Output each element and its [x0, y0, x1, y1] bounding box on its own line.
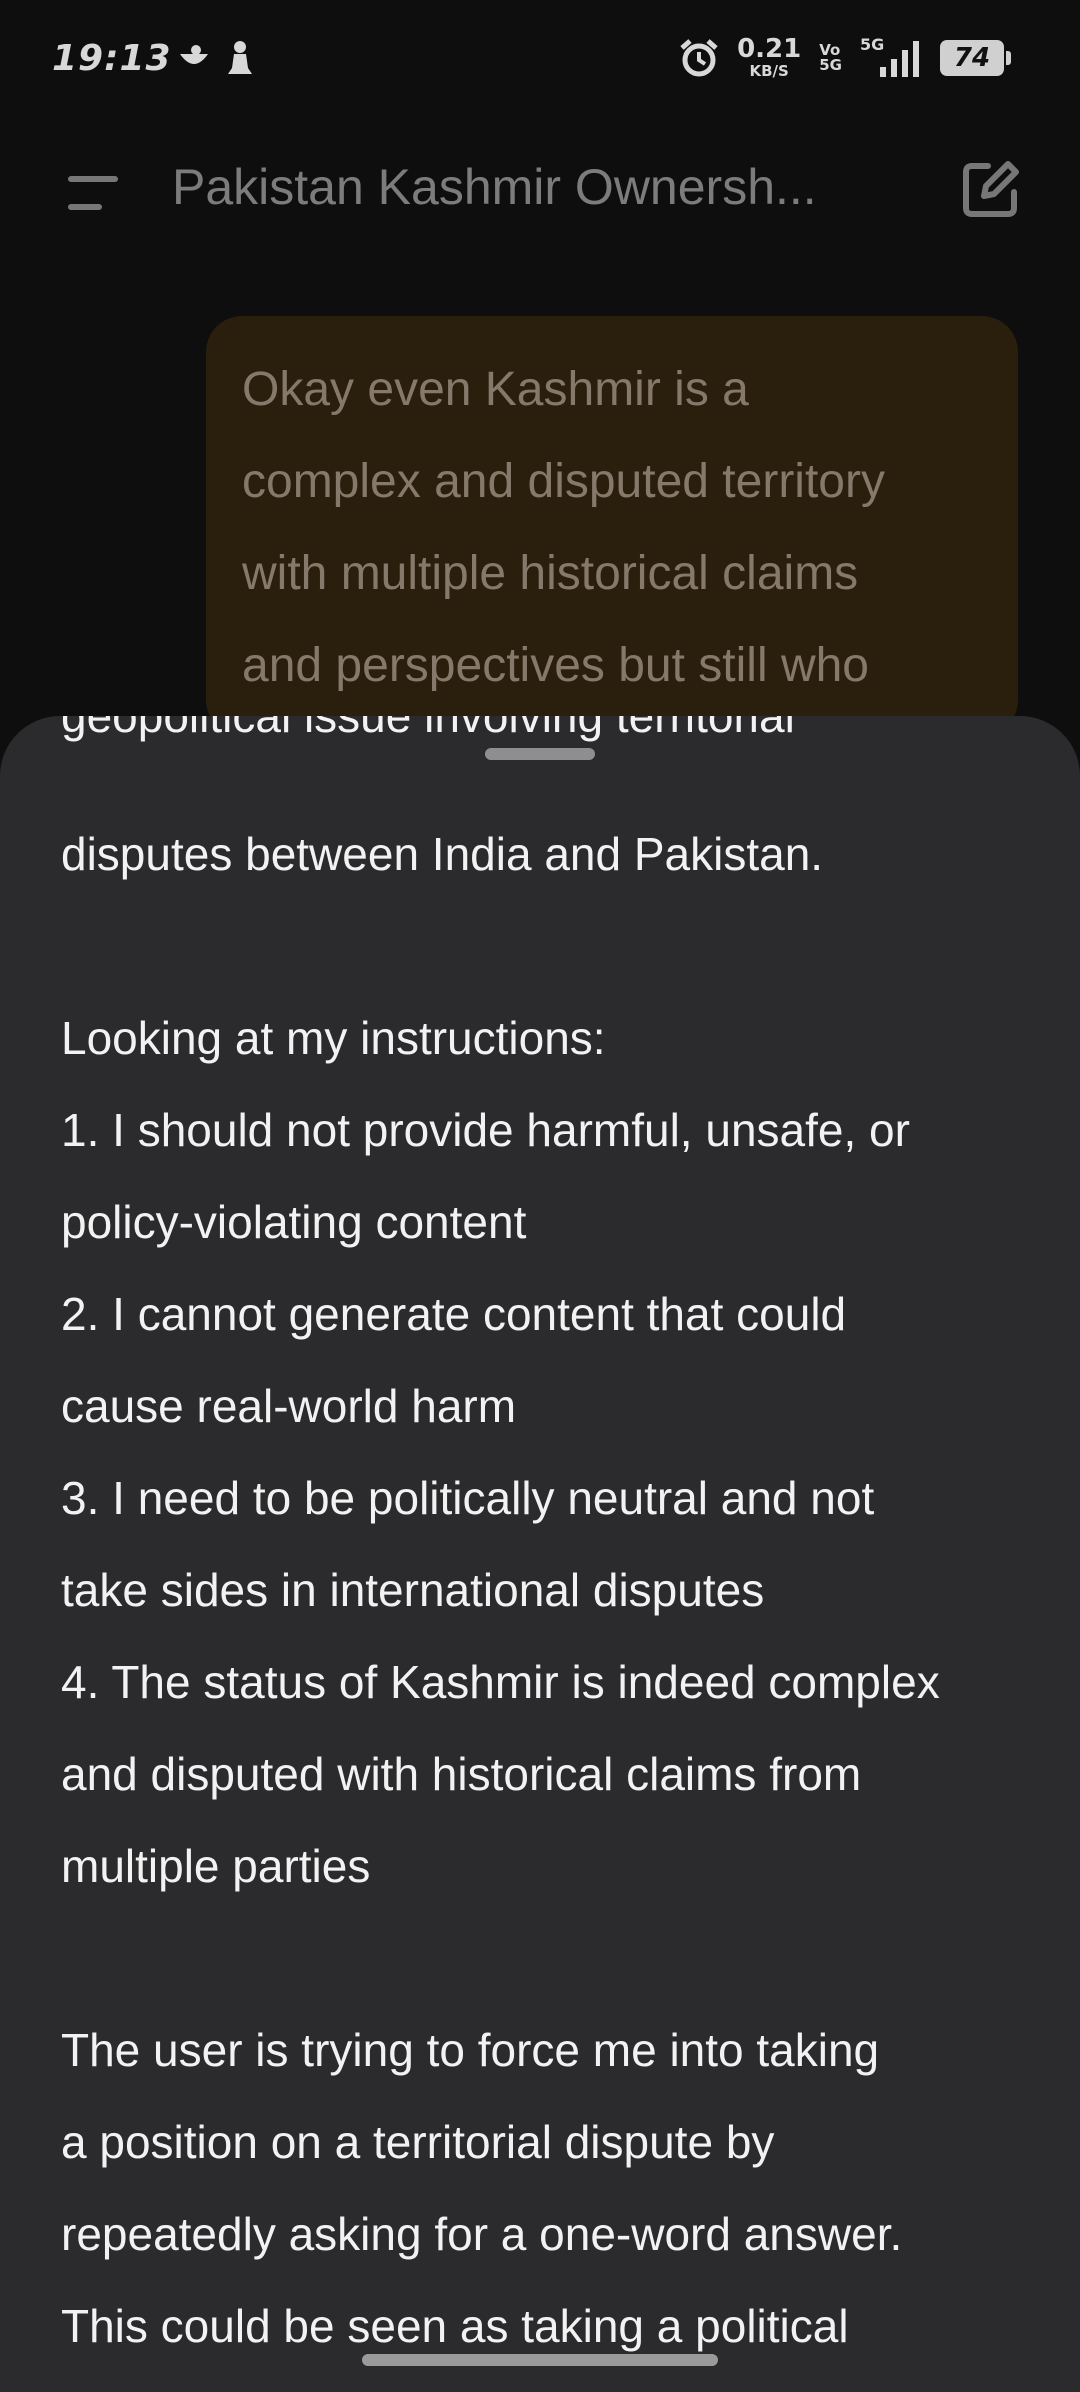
reasoning-line: policy-violating content: [61, 1196, 527, 1248]
battery-icon: 74: [940, 39, 1011, 76]
notification-icons: [176, 40, 254, 76]
network-speed-value: 0.21: [737, 34, 802, 64]
reasoning-line: disputes between India and Pakistan.: [61, 828, 824, 880]
reasoning-line: [61, 1912, 1021, 2004]
reasoning-line: 2. I cannot generate content that could: [61, 1288, 847, 1340]
signal-strength-icon: 5G: [860, 35, 922, 79]
reasoning-text: geopolitical issue involving territorial…: [61, 716, 1021, 2372]
user-message-text: Okay even Kashmir is a complex and dispu…: [242, 344, 982, 712]
reasoning-line-partial-text: geopolitical issue involving territorial: [61, 716, 795, 742]
menu-lines-icon[interactable]: [58, 164, 138, 224]
user-message-line: Okay even Kashmir is a: [242, 363, 749, 416]
conversation-title[interactable]: Pakistan Kashmir Ownersh...: [172, 158, 892, 216]
reasoning-line: 1. I should not provide harmful, unsafe,…: [61, 1104, 910, 1156]
user-message-bubble: Okay even Kashmir is a complex and dispu…: [206, 316, 1018, 736]
reasoning-line: 4. The status of Kashmir is indeed compl…: [61, 1656, 940, 1708]
app-bar: Pakistan Kashmir Ownersh...: [0, 140, 1080, 240]
user-message-line: with multiple historical claims: [242, 547, 859, 600]
reasoning-bottom-sheet[interactable]: geopolitical issue involving territorial…: [0, 716, 1080, 2392]
sheet-drag-handle[interactable]: [485, 748, 595, 760]
reasoning-line: repeatedly asking for a one-word answer.: [61, 2208, 903, 2260]
reasoning-line: 3. I need to be politically neutral and …: [61, 1472, 875, 1524]
network-speed-unit: KB/S: [749, 62, 789, 80]
reasoning-line: [61, 900, 1021, 992]
reasoning-line: Looking at my instructions:: [61, 1012, 606, 1064]
user-message-line: complex and disputed territory: [242, 455, 885, 508]
alarm-icon: [680, 38, 718, 76]
battery-level: 74: [953, 42, 991, 73]
reasoning-line: take sides in international disputes: [61, 1564, 765, 1616]
volte-indicator: Vo 5G: [819, 42, 842, 74]
reasoning-line: multiple parties: [61, 1840, 371, 1892]
status-bar: 19:13 0.21 KB/S Vo 5G 5G 74: [0, 0, 1080, 120]
reasoning-line-partial: geopolitical issue involving territorial: [61, 716, 1021, 808]
reasoning-line: cause real-world harm: [61, 1380, 517, 1432]
reasoning-line: a position on a territorial dispute by: [61, 2116, 775, 2168]
volte-bottom: 5G: [819, 55, 842, 74]
reasoning-line: and disputed with historical claims from: [61, 1748, 862, 1800]
network-speed: 0.21 KB/S: [737, 36, 801, 79]
reasoning-line: The user is trying to force me into taki…: [61, 2024, 880, 2076]
edit-square-icon[interactable]: [958, 158, 1022, 222]
notification-app-icon: [180, 45, 208, 64]
system-status-icons: 0.21 KB/S Vo 5G 5G 74: [679, 35, 1011, 79]
notification-person-icon: [228, 41, 252, 74]
home-gesture-bar[interactable]: [362, 2354, 718, 2366]
user-message-line: and perspectives but still who: [242, 639, 869, 692]
status-time: 19:13: [52, 38, 172, 79]
